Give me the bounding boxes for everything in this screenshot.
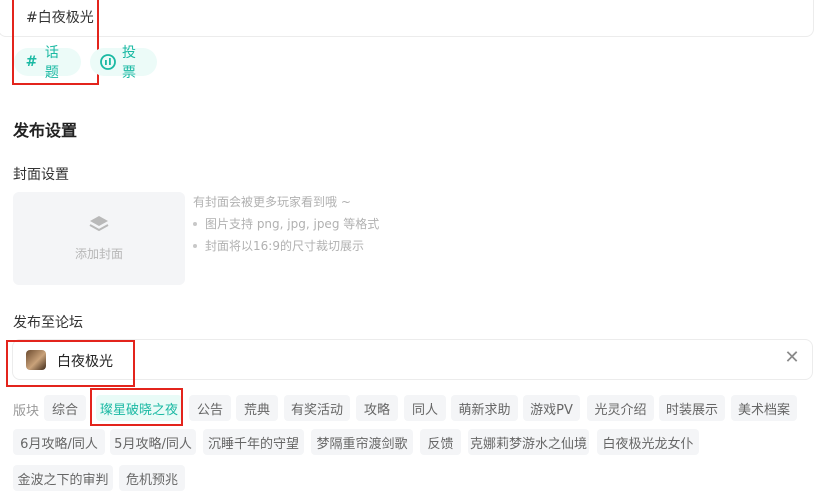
forum-label: 发布至论坛 xyxy=(13,315,83,331)
section-chip[interactable]: 克娜莉梦游水之仙境 xyxy=(468,429,589,455)
section-chip[interactable]: 荒典 xyxy=(236,395,278,421)
section-chip[interactable]: 公告 xyxy=(189,395,231,421)
section-chip[interactable]: 6月攻略/同人 xyxy=(13,429,105,455)
cover-rule: 图片支持 png, jpg, jpeg 等格式 xyxy=(193,215,379,232)
section-chip[interactable]: 美术档案 xyxy=(731,395,797,421)
cover-rule: 封面将以16:9的尺寸裁切展示 xyxy=(193,237,364,254)
section-chip[interactable]: 时装展示 xyxy=(659,395,725,421)
topic-button[interactable]: # 话题 xyxy=(14,45,81,81)
add-cover-label: 添加封面 xyxy=(74,247,123,261)
layers-icon xyxy=(89,215,109,237)
section-chip[interactable]: 攻略 xyxy=(356,395,398,421)
highlight-forum-box xyxy=(6,340,135,387)
topic-button-label: 话题 xyxy=(44,45,59,81)
publish-settings-title: 发布设置 xyxy=(13,121,78,140)
vote-icon xyxy=(100,54,116,70)
section-chip[interactable]: 梦隔重帘渡剑歌 xyxy=(311,429,413,455)
close-icon[interactable]: ✕ xyxy=(784,349,800,367)
section-chip[interactable]: 萌新求助 xyxy=(451,395,518,421)
post-editor-input[interactable] xyxy=(0,0,814,37)
cover-hint: 有封面会被更多玩家看到哦 ~ xyxy=(193,195,351,209)
hashtag-icon: # xyxy=(25,54,38,70)
section-chip[interactable]: 危机预兆 xyxy=(119,465,185,491)
section-chip[interactable]: 综合 xyxy=(44,395,86,421)
vote-button-label: 投票 xyxy=(122,45,136,81)
section-chip[interactable]: 有奖活动 xyxy=(284,395,350,421)
vote-button[interactable]: 投票 xyxy=(90,45,157,81)
section-chip[interactable]: 同人 xyxy=(404,395,446,421)
add-cover-button[interactable]: 添加封面 xyxy=(13,192,185,285)
sections-label: 版块 xyxy=(13,404,40,419)
highlight-section-chip xyxy=(90,388,183,426)
section-chip[interactable]: 白夜极光龙女仆 xyxy=(597,429,699,455)
section-chip[interactable]: 反馈 xyxy=(420,429,461,455)
section-chip[interactable]: 光灵介绍 xyxy=(587,395,654,421)
section-chip[interactable]: 沉睡千年的守望 xyxy=(203,429,304,455)
section-chip[interactable]: 游戏PV xyxy=(523,395,580,421)
section-chip[interactable]: 金波之下的审判 xyxy=(13,465,113,491)
section-chip[interactable]: 5月攻略/同人 xyxy=(110,429,196,455)
cover-settings-label: 封面设置 xyxy=(13,167,69,183)
